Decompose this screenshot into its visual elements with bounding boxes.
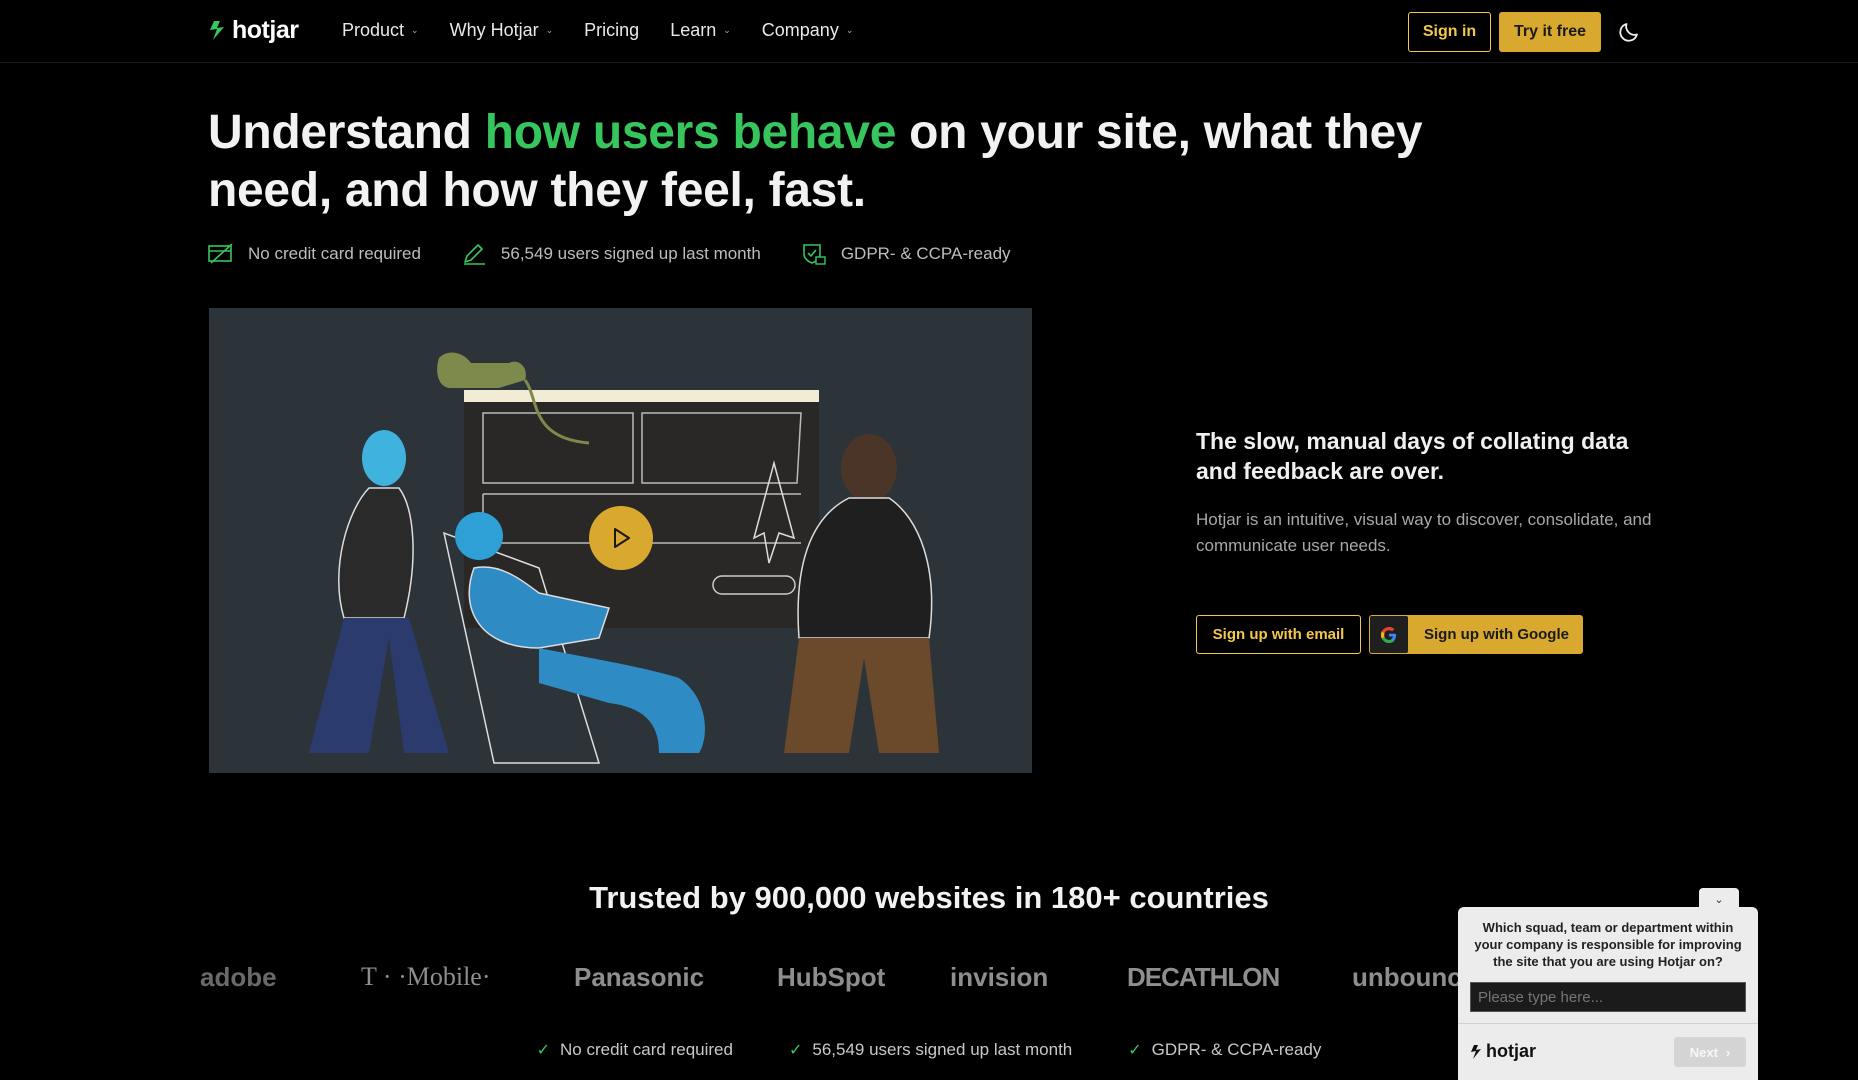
hotjar-flame-icon bbox=[1471, 1044, 1481, 1059]
checkmark-icon: ✓ bbox=[536, 1042, 551, 1059]
survey-next-button[interactable]: Next › bbox=[1674, 1037, 1746, 1067]
play-button[interactable] bbox=[589, 506, 653, 570]
logo-text: hotjar bbox=[232, 16, 299, 44]
customer-logos: adobe T · ·Mobile· Panasonic HubSpot inv… bbox=[0, 956, 1460, 1000]
logo-tmobile: T · ·Mobile· bbox=[361, 962, 491, 991]
moon-icon[interactable] bbox=[1617, 20, 1641, 44]
nav-item-label: Company bbox=[761, 20, 839, 40]
hotjar-widget-logo: hotjar bbox=[1470, 1041, 1536, 1062]
hotjar-flame-icon bbox=[210, 20, 224, 40]
logo-invision: invision bbox=[950, 962, 1049, 992]
feedback-survey-widget: Which squad, team or department within y… bbox=[1458, 907, 1758, 1080]
nav-item-label: Product bbox=[342, 20, 405, 40]
sign-up-google-button[interactable]: Sign up with Google bbox=[1369, 615, 1583, 654]
chevron-down-icon: ⌄ bbox=[1714, 893, 1724, 906]
pencil-icon bbox=[463, 244, 485, 265]
main-menu: Product ⌄ Why Hotjar ⌄ Pricing Learn ⌄ Comp… bbox=[342, 20, 884, 41]
hotjar-logo[interactable]: hotjar bbox=[208, 16, 299, 45]
chevron-down-icon: ⌄ bbox=[723, 25, 731, 35]
nav-item-product[interactable]: Product ⌄ bbox=[342, 20, 419, 41]
badge-text: GDPR- & CCPA-ready bbox=[840, 244, 1011, 263]
nav-item-why-hotjar[interactable]: Why Hotjar ⌄ bbox=[450, 20, 554, 41]
logo-decathlon: DECATHLON bbox=[1127, 962, 1280, 992]
check-text: 56,549 users signed up last month bbox=[812, 1040, 1073, 1059]
nav-item-label: Learn bbox=[670, 20, 717, 40]
check-item: ✓ No credit card required bbox=[537, 1040, 733, 1060]
badge-gdpr: GDPR- & CCPA-ready bbox=[801, 242, 1011, 266]
badge-text: No credit card required bbox=[248, 244, 421, 263]
divider bbox=[1458, 1023, 1758, 1024]
chevron-down-icon: ⌄ bbox=[545, 25, 554, 35]
logo-panasonic: Panasonic bbox=[574, 962, 705, 992]
try-it-free-button[interactable]: Try it free bbox=[1499, 12, 1601, 52]
sign-in-button[interactable]: Sign in bbox=[1408, 12, 1491, 52]
widget-logo-text: hotjar bbox=[1486, 1041, 1537, 1061]
hero-badges: No credit card required 56,549 users sig… bbox=[208, 242, 1051, 266]
logo-unbounce: unbounce bbox=[1352, 962, 1460, 992]
survey-answer-input[interactable] bbox=[1470, 982, 1746, 1012]
chevron-right-icon: › bbox=[1725, 1044, 1731, 1060]
logo-adobe: adobe bbox=[200, 962, 277, 992]
checkmark-icon: ✓ bbox=[1128, 1042, 1142, 1059]
chevron-down-icon: ⌄ bbox=[845, 25, 854, 35]
side-title: The slow, manual days of collating data … bbox=[1196, 428, 1629, 484]
nav-item-company[interactable]: Company ⌄ bbox=[762, 20, 854, 41]
logo-hubspot: HubSpot bbox=[777, 962, 886, 992]
shield-lock-icon bbox=[803, 244, 826, 265]
chevron-down-icon: ⌄ bbox=[411, 25, 419, 35]
checkmark-icon: ✓ bbox=[788, 1042, 803, 1059]
nav-item-pricing[interactable]: Pricing bbox=[584, 20, 639, 41]
check-item: ✓ GDPR- & CCPA-ready bbox=[1128, 1040, 1321, 1060]
check-item: ✓ 56,549 users signed up last month bbox=[789, 1040, 1072, 1060]
headline-pre: Understand bbox=[208, 106, 485, 159]
nav-item-label: Pricing bbox=[584, 20, 640, 40]
top-navigation: hotjar Product ⌄ Why Hotjar ⌄ Pricing Lear… bbox=[0, 0, 1858, 63]
badge-text: 56,549 users signed up last month bbox=[500, 244, 761, 263]
check-text: GDPR- & CCPA-ready bbox=[1151, 1040, 1322, 1059]
hero-headline: Understand how users behave on your site… bbox=[208, 104, 1458, 220]
badge-users-signed-up: 56,549 users signed up last month bbox=[461, 242, 761, 266]
next-label: Next bbox=[1689, 1044, 1718, 1060]
badge-no-credit-card: No credit card required bbox=[208, 242, 421, 266]
google-button-label: Sign up with Google bbox=[1424, 626, 1569, 643]
side-description: Hotjar is an intuitive, visual way to di… bbox=[1196, 510, 1652, 555]
nav-item-learn[interactable]: Learn ⌄ bbox=[670, 20, 731, 41]
survey-question: Which squad, team or department within y… bbox=[1474, 920, 1742, 969]
play-icon bbox=[614, 528, 630, 548]
credit-card-icon bbox=[208, 243, 233, 264]
nav-item-label: Why Hotjar bbox=[449, 20, 539, 40]
google-icon bbox=[1370, 616, 1408, 653]
sign-up-email-button[interactable]: Sign up with email bbox=[1196, 615, 1361, 654]
check-text: No credit card required bbox=[560, 1040, 733, 1059]
headline-highlight: how users behave bbox=[484, 106, 897, 159]
